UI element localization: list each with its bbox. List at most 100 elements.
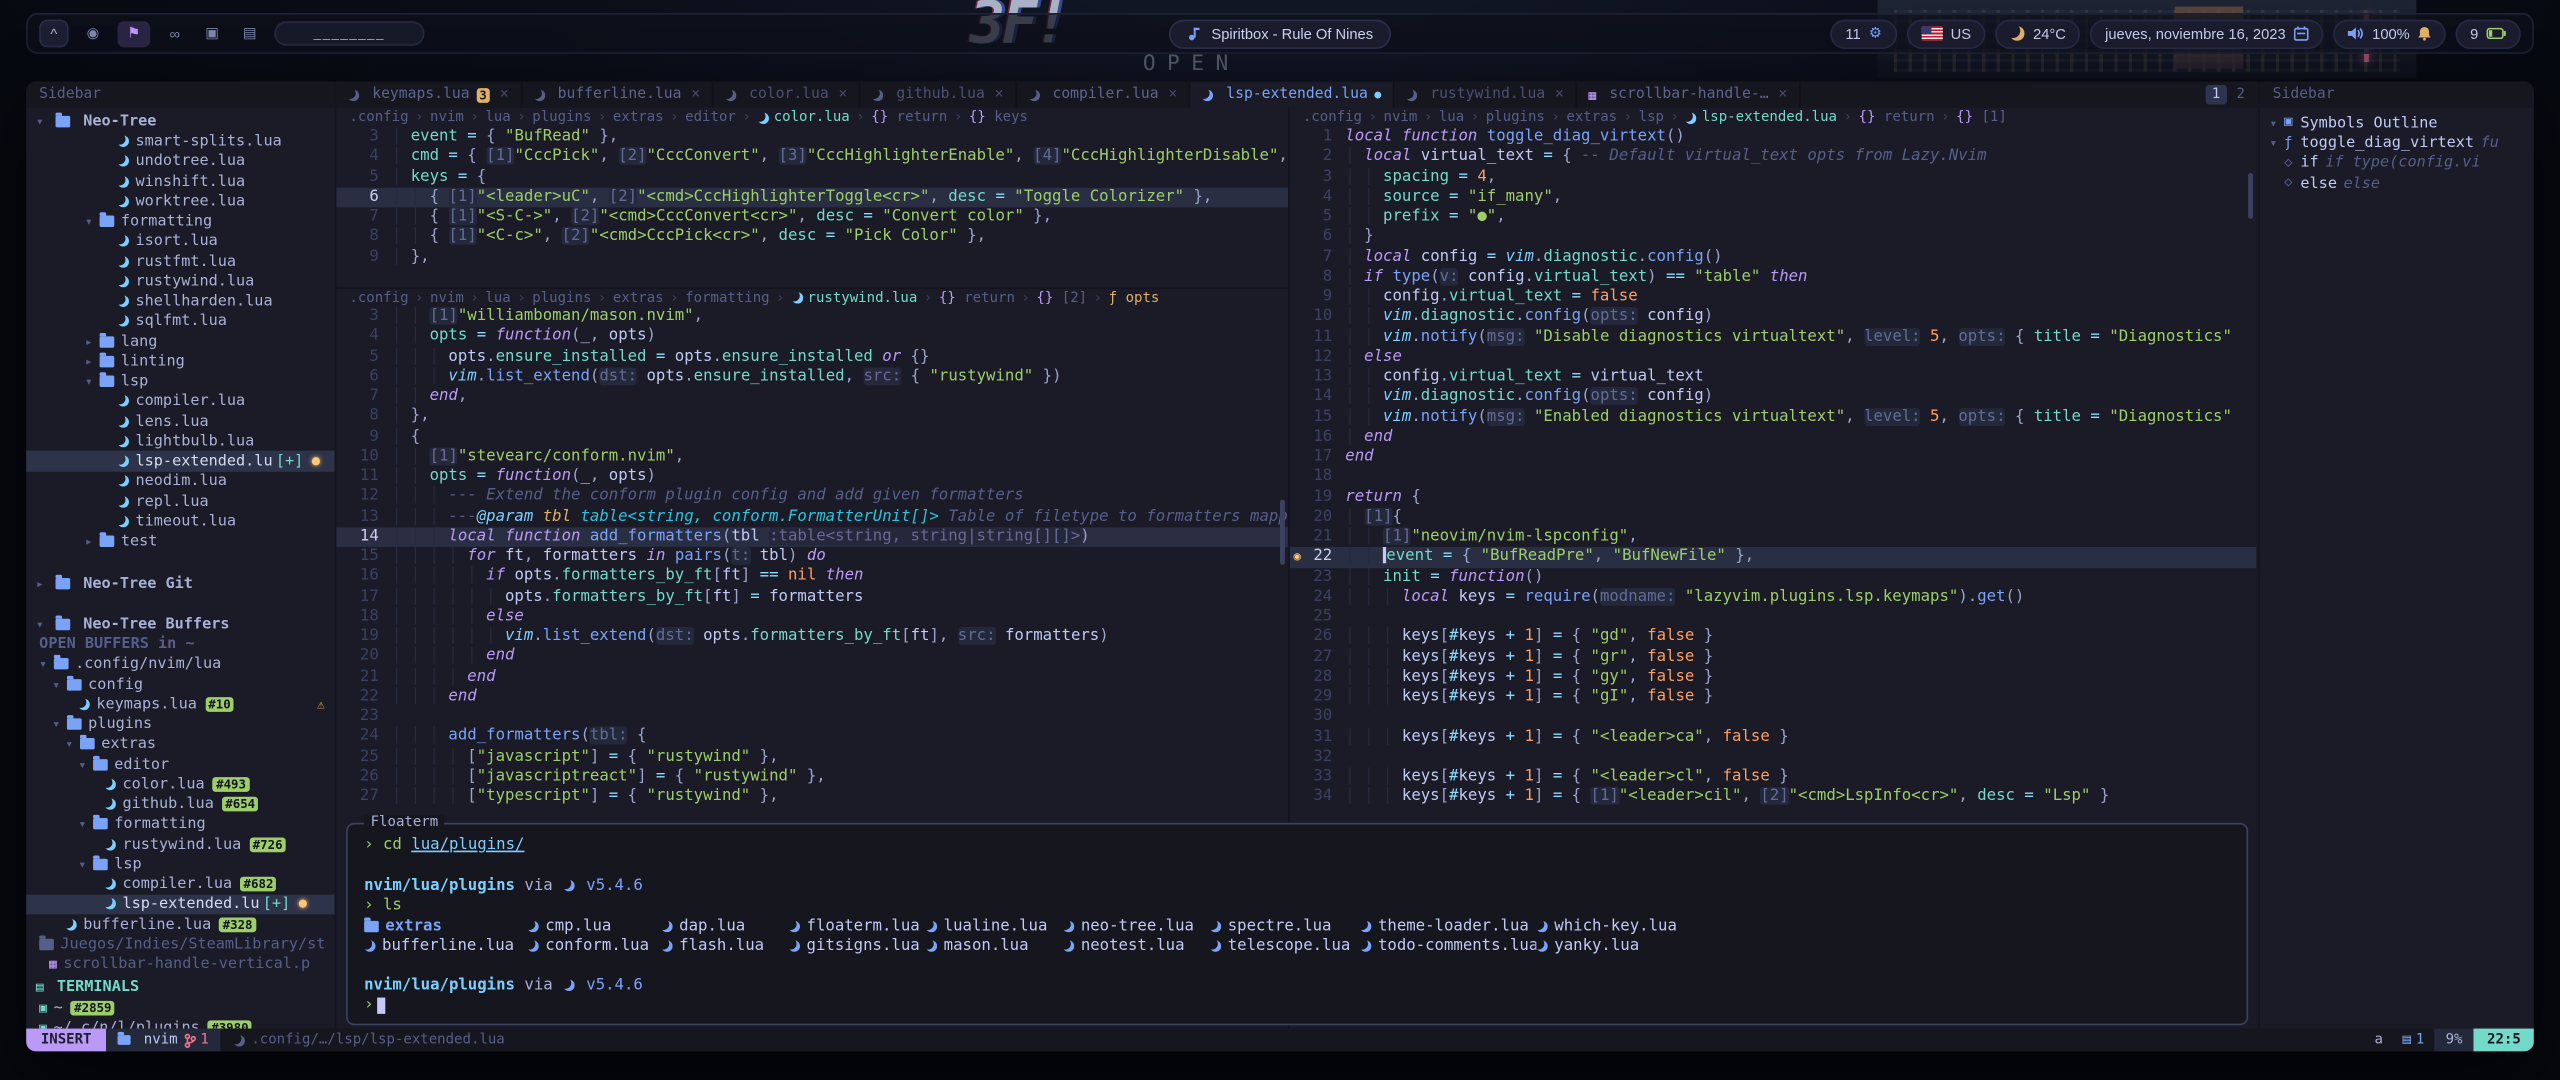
- tree-item[interactable]: worktree.lua: [26, 191, 335, 211]
- tree-item[interactable]: timeout.lua: [26, 511, 335, 531]
- tree-item[interactable]: compiler.lua#682: [26, 874, 335, 894]
- breadcrumb-segment[interactable]: {} keys: [969, 109, 1028, 125]
- code-line[interactable]: 15│ │ │ │ for ft, formatters in pairs(t:…: [336, 547, 1288, 567]
- breadcrumb[interactable]: .config›nvim›lua›plugins›extras›formatti…: [336, 287, 1288, 307]
- tree-item[interactable]: lsp-extended.lu [+]: [26, 894, 335, 914]
- code-line[interactable]: 15│ │ vim.notify(msg: "Enabled diagnosti…: [1290, 407, 2257, 427]
- tree-item[interactable]: ▾plugins: [26, 714, 335, 734]
- code-line[interactable]: 24│ │ │ local keys = require(modname: "l…: [1290, 587, 2257, 607]
- tree-item[interactable]: undotree.lua: [26, 151, 335, 171]
- breadcrumb-segment[interactable]: plugins: [1486, 109, 1545, 125]
- close-icon[interactable]: ×: [691, 87, 700, 103]
- tree-item[interactable]: OPEN BUFFERS in ~: [26, 634, 335, 654]
- tabpage-1[interactable]: 1: [2205, 85, 2226, 105]
- breadcrumb-segment[interactable]: plugins: [532, 290, 591, 306]
- tree-item[interactable]: neodim.lua: [26, 471, 335, 491]
- code-line[interactable]: 18: [1290, 467, 2257, 487]
- breadcrumb-segment[interactable]: color.lua: [757, 109, 849, 125]
- tab-rustywind-lua[interactable]: rustywind.lua×: [1394, 82, 1577, 108]
- tab-lsp-extended-lua[interactable]: lsp-extended.lua●: [1190, 82, 1394, 108]
- breadcrumb-segment[interactable]: nvim: [430, 109, 464, 125]
- breadcrumb[interactable]: .config›nvim›lua›plugins›extras›editor›c…: [336, 108, 1288, 128]
- tree-item[interactable]: ▾lsp: [26, 854, 335, 874]
- breadcrumb-segment[interactable]: lsp: [1639, 109, 1664, 125]
- code-line[interactable]: 19│ │ │ │ │ │ vim.list_extend(dst: opts.…: [336, 627, 1288, 647]
- tree-item[interactable]: github.lua#654: [26, 794, 335, 814]
- code-line[interactable]: 9│ │ config.virtual_text = false: [1290, 287, 2257, 307]
- tree-item[interactable]: ▸linting: [26, 351, 335, 371]
- file-entry[interactable]: which-key.lua: [1536, 916, 2230, 936]
- file-entry[interactable]: cmp.lua: [527, 916, 661, 936]
- scrollbar[interactable]: [1280, 500, 1285, 565]
- tree-item[interactable]: color.lua#493: [26, 774, 335, 794]
- tree-item[interactable]: rustywind.lua#726: [26, 834, 335, 854]
- file-entry[interactable]: neotest.lua: [1063, 936, 1210, 956]
- tabpage-2[interactable]: 2: [2230, 85, 2251, 105]
- code-line[interactable]: 12│ else: [1290, 347, 2257, 367]
- breadcrumb-segment[interactable]: nvim: [430, 290, 464, 306]
- breadcrumb-segment[interactable]: {} return: [939, 290, 1015, 306]
- code-line[interactable]: 24│ │ │ add_formatters(tbl: {: [336, 727, 1288, 747]
- weather-widget[interactable]: 24°C: [1996, 19, 2081, 48]
- tree-item[interactable]: lsp-extended.lu[+]: [26, 451, 335, 471]
- code-line[interactable]: 9│ {: [336, 427, 1288, 447]
- code-line[interactable]: 26│ │ │ │ ["javascriptreact"] = { "rusty…: [336, 767, 1288, 787]
- code-line[interactable]: 23│ │ init = function(): [1290, 567, 2257, 587]
- file-entry[interactable]: theme-loader.lua: [1360, 916, 1536, 936]
- tree-item[interactable]: rustywind.lua: [26, 271, 335, 291]
- terminals-header[interactable]: ▤ TERMINALS: [26, 977, 335, 997]
- tree-item[interactable]: ▸lang: [26, 331, 335, 351]
- code-line[interactable]: 14│ │ │ local function add_formatters(tb…: [336, 527, 1288, 547]
- code-line[interactable]: 16│ end: [1290, 427, 2257, 447]
- code-line[interactable]: 12│ │ │ --- Extend the conform plugin co…: [336, 487, 1288, 507]
- tree-item[interactable]: repl.lua: [26, 491, 335, 511]
- tree-item[interactable]: bufferline.lua#328: [26, 914, 335, 934]
- tree-item[interactable]: rustfmt.lua: [26, 251, 335, 271]
- tree-item[interactable]: ▸test: [26, 531, 335, 551]
- code-line[interactable]: 27│ │ │ keys[#keys + 1] = { "gr", false …: [1290, 647, 2257, 667]
- tab-keymaps-lua[interactable]: keymaps.lua3×: [336, 82, 521, 108]
- breadcrumb-segment[interactable]: editor: [685, 109, 736, 125]
- tree-item[interactable]: ▾editor: [26, 754, 335, 774]
- tree-item[interactable]: isort.lua: [26, 231, 335, 251]
- tree-item[interactable]: lightbulb.lua: [26, 431, 335, 451]
- code-line[interactable]: 2│ local virtual_text = { -- Default vir…: [1290, 147, 2257, 167]
- now-playing-widget[interactable]: Spiritbox - Rule Of Nines: [1169, 19, 1391, 48]
- breadcrumb-segment[interactable]: {} return: [1859, 109, 1935, 125]
- breadcrumb-segment[interactable]: formatting: [685, 290, 769, 306]
- code-line[interactable]: 27│ │ │ │ ["typescript"] = { "rustywind"…: [336, 787, 1288, 807]
- code-line[interactable]: 5│ │ prefix = "●",: [1290, 207, 2257, 227]
- tree-item[interactable]: ▣~#2859: [26, 998, 335, 1018]
- code-line[interactable]: 10│ │ [1]"stevearc/conform.nvim",: [336, 447, 1288, 467]
- code-line[interactable]: 7│ local config = vim.diagnostic.config(…: [1290, 247, 2257, 267]
- code-line[interactable]: 28│ │ │ keys[#keys + 1] = { "gy", false …: [1290, 667, 2257, 687]
- breadcrumb-segment[interactable]: extras: [613, 290, 664, 306]
- tree-item[interactable]: shellharden.lua: [26, 291, 335, 311]
- file-entry[interactable]: gitsigns.lua: [789, 936, 926, 956]
- tree-item[interactable]: ▾extras: [26, 734, 335, 754]
- code-line[interactable]: 14│ │ vim.diagnostic.config(opts: config…: [1290, 387, 2257, 407]
- code-line[interactable]: 4│ cmd = { [1]"CccPick", [2]"CccConvert"…: [336, 147, 1288, 167]
- window-count-widget[interactable]: 11 ⚙: [1831, 19, 1897, 48]
- tree-item[interactable]: smart-splits.lua: [26, 131, 335, 151]
- tree-item[interactable]: winshift.lua: [26, 171, 335, 191]
- tree-item[interactable]: ▾config: [26, 674, 335, 694]
- tree-item[interactable]: ▣~/.c/n/l/plugins#3980: [26, 1018, 335, 1029]
- record-icon[interactable]: ◉: [80, 20, 106, 46]
- breadcrumb-segment[interactable]: .config: [349, 290, 408, 306]
- breadcrumb-segment[interactable]: extras: [613, 109, 664, 125]
- date-widget[interactable]: jueves, noviembre 16, 2023: [2090, 19, 2323, 48]
- code-line[interactable]: 7│ │ { [1]"<S-C->", [2]"<cmd>CccConvert<…: [336, 207, 1288, 227]
- tree-item[interactable]: ▾formatting: [26, 211, 335, 231]
- close-icon[interactable]: ×: [1168, 87, 1177, 103]
- breadcrumb-segment[interactable]: ƒ opts: [1109, 290, 1160, 306]
- code-line[interactable]: 8│ │ { [1]"<C-c>", [2]"<cmd>CccPick<cr>"…: [336, 227, 1288, 247]
- code-line[interactable]: 21│ │ │ │ end: [336, 667, 1288, 687]
- code-line[interactable]: 8│ if type(v: config.virtual_text) == "t…: [1290, 267, 2257, 287]
- code-line[interactable]: 19return {: [1290, 487, 2257, 507]
- file-entry[interactable]: conform.lua: [527, 936, 661, 956]
- volume-widget[interactable]: 100%: [2333, 19, 2446, 48]
- file-entry[interactable]: mason.lua: [926, 936, 1063, 956]
- close-icon[interactable]: ×: [839, 87, 848, 103]
- tree-item[interactable]: ▾lsp: [26, 371, 335, 391]
